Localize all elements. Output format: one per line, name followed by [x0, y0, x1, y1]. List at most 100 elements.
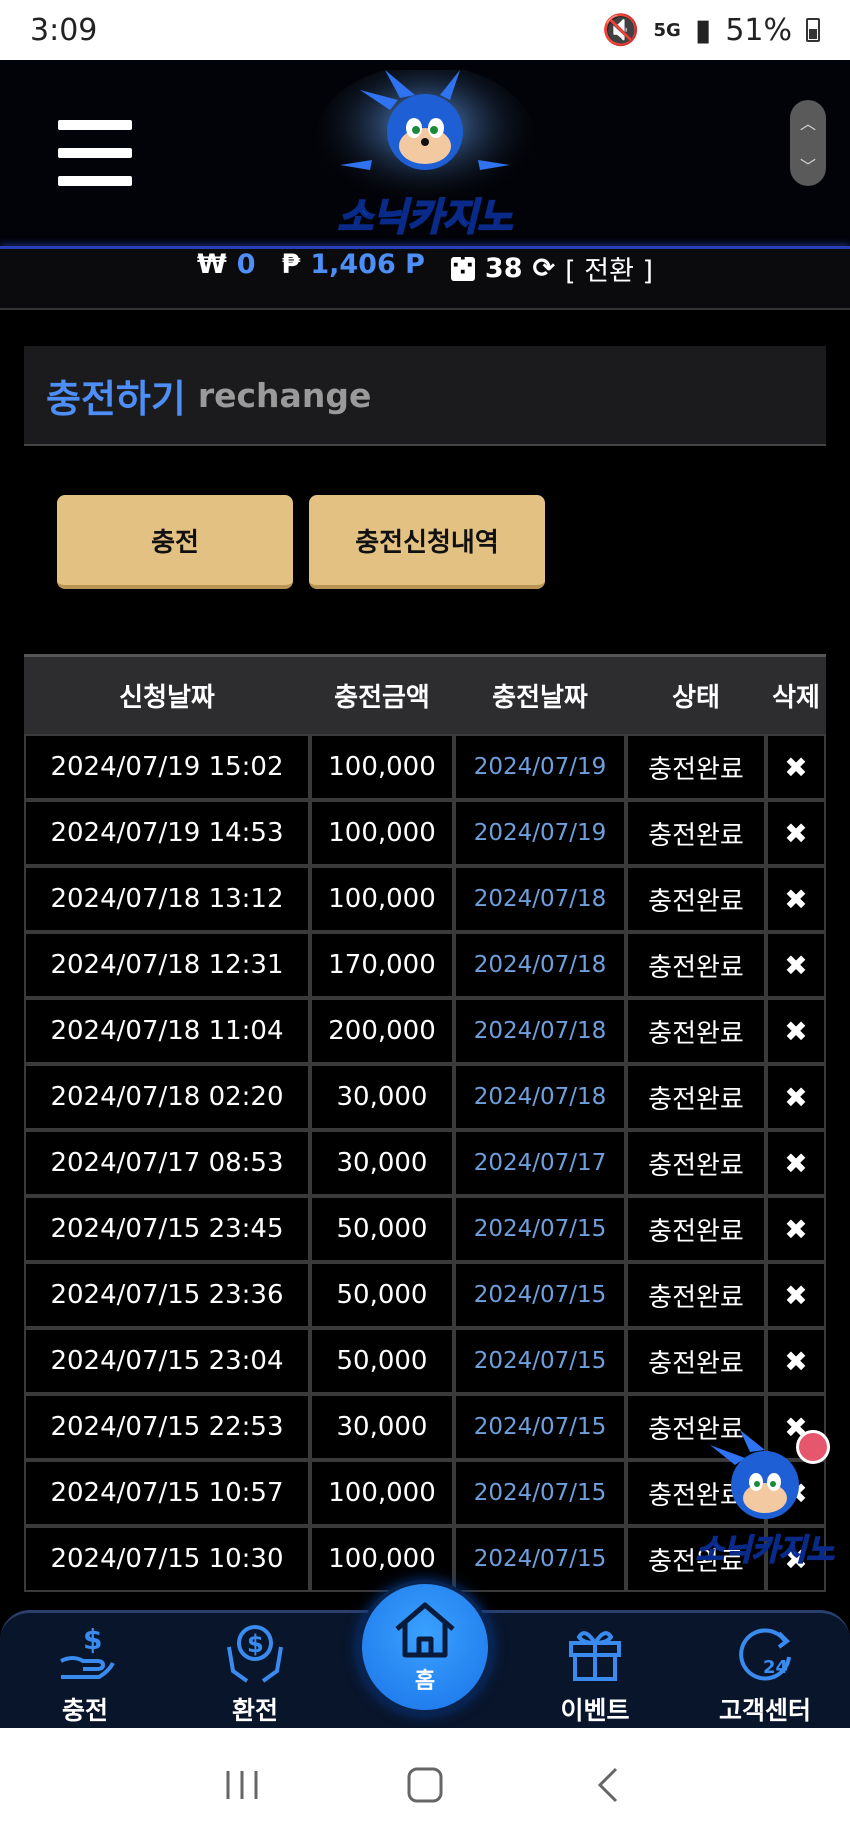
amount-cell: 100,000 — [310, 800, 454, 866]
amount-cell: 50,000 — [310, 1328, 454, 1394]
delete-icon[interactable]: ✖ — [766, 866, 826, 932]
status-cell: 충전완료 — [626, 800, 766, 866]
charge-button[interactable]: 충전 — [57, 495, 293, 589]
request-date-cell: 2024/07/15 23:36 — [24, 1262, 310, 1328]
signal-icon: ▮ — [694, 12, 712, 48]
request-date-cell: 2024/07/15 22:53 — [24, 1394, 310, 1460]
refresh-icon[interactable]: ⟳ — [533, 253, 556, 284]
mascot-brand-text: 소닉카지노 — [696, 1533, 834, 1568]
status-icons: 🔇 5G ▮ 51% — [602, 13, 820, 48]
battery-icon — [806, 18, 820, 42]
battery-level: 51% — [725, 12, 792, 48]
home-icon — [395, 1602, 455, 1658]
table-row: 2024/07/18 13:12 100,000 2024/07/18 충전완료 ✖ — [24, 866, 826, 932]
request-date-cell: 2024/07/17 08:53 — [24, 1130, 310, 1196]
table-row: 2024/07/18 12:31 170,000 2024/07/18 충전완료 ✖ — [24, 932, 826, 998]
charge-date-cell: 2024/07/18 — [454, 998, 626, 1064]
mute-icon: 🔇 — [602, 12, 640, 48]
won-balance: ₩ 0 — [197, 249, 256, 280]
svg-text:$: $ — [83, 1623, 102, 1656]
chip-balance: 38 ⟳ [ 전환 ] — [450, 249, 653, 288]
point-balance: ₱ 1,406 P — [282, 249, 425, 280]
back-icon[interactable] — [588, 1765, 628, 1805]
home-system-icon[interactable] — [405, 1765, 445, 1805]
delete-icon[interactable]: ✖ — [766, 734, 826, 800]
status-bar: 3:09 🔇 5G ▮ 51% — [0, 0, 850, 60]
dice-icon — [450, 251, 475, 281]
scroll-toggle[interactable]: ︿ ﹀ — [790, 100, 826, 186]
amount-cell: 100,000 — [310, 866, 454, 932]
header-request-date: 신청날짜 — [119, 683, 215, 713]
table-header: 신청날짜 충전금액 충전날짜 상태 삭제 — [24, 654, 826, 734]
header-status: 상태 — [672, 683, 720, 713]
delete-icon[interactable]: ✖ — [766, 932, 826, 998]
mascot-close-icon[interactable] — [796, 1430, 830, 1464]
chevron-down-icon[interactable]: ﹀ — [800, 153, 816, 177]
nav-event-label: 이벤트 — [560, 1696, 630, 1725]
charge-date-cell: 2024/07/18 — [454, 1064, 626, 1130]
system-navigation-bar — [0, 1728, 850, 1842]
nav-charge[interactable]: $ 충전 — [15, 1621, 155, 1731]
point-amount: 1,406 P — [310, 249, 425, 280]
money-hands-icon: $ — [227, 1625, 283, 1683]
charge-date-cell: 2024/07/19 — [454, 800, 626, 866]
table-row: 2024/07/18 02:20 30,000 2024/07/18 충전완료 ✖ — [24, 1064, 826, 1130]
charge-date-cell: 2024/07/15 — [454, 1196, 626, 1262]
nav-support-label: 고객센터 — [718, 1696, 811, 1725]
svg-text:$: $ — [247, 1630, 264, 1658]
charge-date-cell: 2024/07/18 — [454, 866, 626, 932]
delete-icon[interactable]: ✖ — [766, 1262, 826, 1328]
network-type: 5G — [653, 19, 681, 41]
balance-bar: ₩ 0 ₱ 1,406 P 38 ⟳ [ 전환 ] — [0, 249, 850, 310]
nav-charge-label: 충전 — [61, 1696, 108, 1725]
request-date-cell: 2024/07/19 14:53 — [24, 800, 310, 866]
status-cell: 충전완료 — [626, 866, 766, 932]
delete-icon[interactable]: ✖ — [766, 1130, 826, 1196]
charge-history-button[interactable]: 충전신청내역 — [309, 495, 545, 589]
brand-logo[interactable]: 소닉카지노 — [300, 70, 550, 240]
status-cell: 충전완료 — [626, 1064, 766, 1130]
gift-icon — [569, 1631, 621, 1681]
status-time: 3:09 — [30, 12, 98, 48]
point-icon: ₱ — [281, 249, 301, 280]
charge-date-cell: 2024/07/15 — [454, 1328, 626, 1394]
nav-exchange-label: 환전 — [231, 1696, 278, 1725]
header-charge-date: 충전날짜 — [492, 683, 588, 713]
nav-home[interactable]: 홈 — [358, 1580, 492, 1714]
hamburger-menu-icon[interactable] — [58, 120, 132, 186]
amount-cell: 30,000 — [310, 1130, 454, 1196]
request-date-cell: 2024/07/15 23:04 — [24, 1328, 310, 1394]
amount-cell: 200,000 — [310, 998, 454, 1064]
amount-cell: 100,000 — [310, 1460, 454, 1526]
request-date-cell: 2024/07/18 12:31 — [24, 932, 310, 998]
table-row: 2024/07/18 11:04 200,000 2024/07/18 충전완료 ✖ — [24, 998, 826, 1064]
request-date-cell: 2024/07/18 02:20 — [24, 1064, 310, 1130]
brand-logo-text: 소닉카지노 — [338, 195, 513, 239]
delete-icon[interactable]: ✖ — [766, 998, 826, 1064]
nav-support[interactable]: 24 고객센터 — [695, 1621, 835, 1731]
table-row: 2024/07/17 08:53 30,000 2024/07/17 충전완료 ✖ — [24, 1130, 826, 1196]
nav-event[interactable]: 이벤트 — [525, 1621, 665, 1731]
charge-date-cell: 2024/07/18 — [454, 932, 626, 998]
amount-cell: 30,000 — [310, 1394, 454, 1460]
status-cell: 충전완료 — [626, 1130, 766, 1196]
amount-cell: 50,000 — [310, 1196, 454, 1262]
status-cell: 충전완료 — [626, 998, 766, 1064]
nav-exchange[interactable]: $ 환전 — [185, 1621, 325, 1731]
delete-icon[interactable]: ✖ — [766, 800, 826, 866]
page-title-box: 충전하기 rechange — [24, 346, 826, 446]
table-row: 2024/07/15 23:45 50,000 2024/07/15 충전완료 ✖ — [24, 1196, 826, 1262]
charge-date-cell: 2024/07/15 — [454, 1460, 626, 1526]
support-24-icon: 24 — [739, 1628, 791, 1681]
header-amount: 충전금액 — [334, 683, 430, 713]
delete-icon[interactable]: ✖ — [766, 1064, 826, 1130]
switch-button[interactable]: [ 전환 ] — [565, 249, 653, 288]
charge-date-cell: 2024/07/15 — [454, 1394, 626, 1460]
charge-date-cell: 2024/07/15 — [454, 1262, 626, 1328]
chevron-up-icon[interactable]: ︿ — [800, 110, 816, 134]
recent-apps-icon[interactable] — [222, 1765, 262, 1805]
request-date-cell: 2024/07/19 15:02 — [24, 734, 310, 800]
delete-icon[interactable]: ✖ — [766, 1328, 826, 1394]
delete-icon[interactable]: ✖ — [766, 1196, 826, 1262]
header-delete: 삭제 — [772, 683, 820, 713]
